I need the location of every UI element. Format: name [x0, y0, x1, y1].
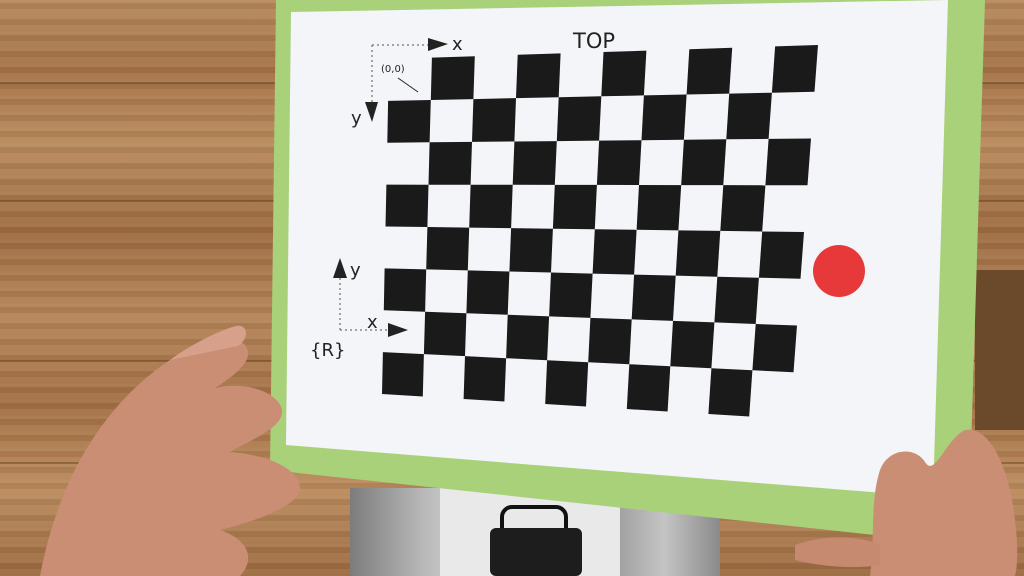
ref-y-label: y — [350, 260, 361, 281]
checker-square — [592, 229, 637, 275]
checker-square — [596, 140, 642, 185]
checker-square — [765, 138, 811, 186]
checker-square — [385, 184, 429, 227]
top-y-label: y — [351, 108, 362, 129]
checker-square — [506, 314, 550, 361]
top-x-label: x — [452, 34, 463, 55]
left-hand — [40, 325, 300, 576]
checker-square — [720, 185, 766, 232]
checker-square — [428, 141, 472, 185]
checker-square — [588, 317, 632, 365]
checker-square — [552, 184, 597, 230]
checker-square — [556, 96, 602, 142]
checker-square — [463, 356, 507, 402]
checker-square — [512, 141, 557, 185]
checker-square — [675, 230, 721, 277]
checker-square — [516, 53, 561, 99]
calibration-board: x y (0,0) TOP y x {R} — [40, 0, 1018, 576]
checker-square — [383, 268, 427, 312]
checker-square — [752, 324, 797, 373]
checker-square — [708, 368, 753, 417]
checker-square — [636, 185, 682, 231]
checker-square — [472, 98, 516, 142]
ref-frame-label: {R} — [310, 340, 345, 361]
checker-square — [469, 184, 513, 229]
checker-square — [771, 45, 818, 93]
red-dot-marker — [813, 245, 865, 297]
checker-square — [466, 270, 510, 315]
checker-square — [426, 227, 470, 271]
checker-square — [601, 50, 647, 97]
ref-x-label: x — [367, 312, 378, 333]
checker-square — [681, 139, 727, 186]
checker-square — [545, 360, 589, 407]
checker-square — [686, 47, 733, 95]
checker-square — [430, 56, 475, 100]
photo-scene: x y (0,0) TOP y x {R} — [0, 0, 1024, 576]
origin-label: (0,0) — [381, 64, 405, 75]
checker-square — [758, 231, 804, 279]
checker-square — [714, 276, 759, 324]
checker-square — [423, 311, 467, 357]
checker-square — [670, 320, 715, 369]
checker-square — [382, 352, 424, 397]
checker-square — [509, 228, 553, 273]
checker-square — [549, 272, 593, 318]
checker-square — [631, 274, 676, 321]
checker-square — [626, 364, 671, 412]
checker-square — [387, 100, 431, 143]
top-title: TOP — [572, 29, 615, 53]
checker-square — [641, 94, 687, 141]
checker-square — [726, 92, 772, 140]
